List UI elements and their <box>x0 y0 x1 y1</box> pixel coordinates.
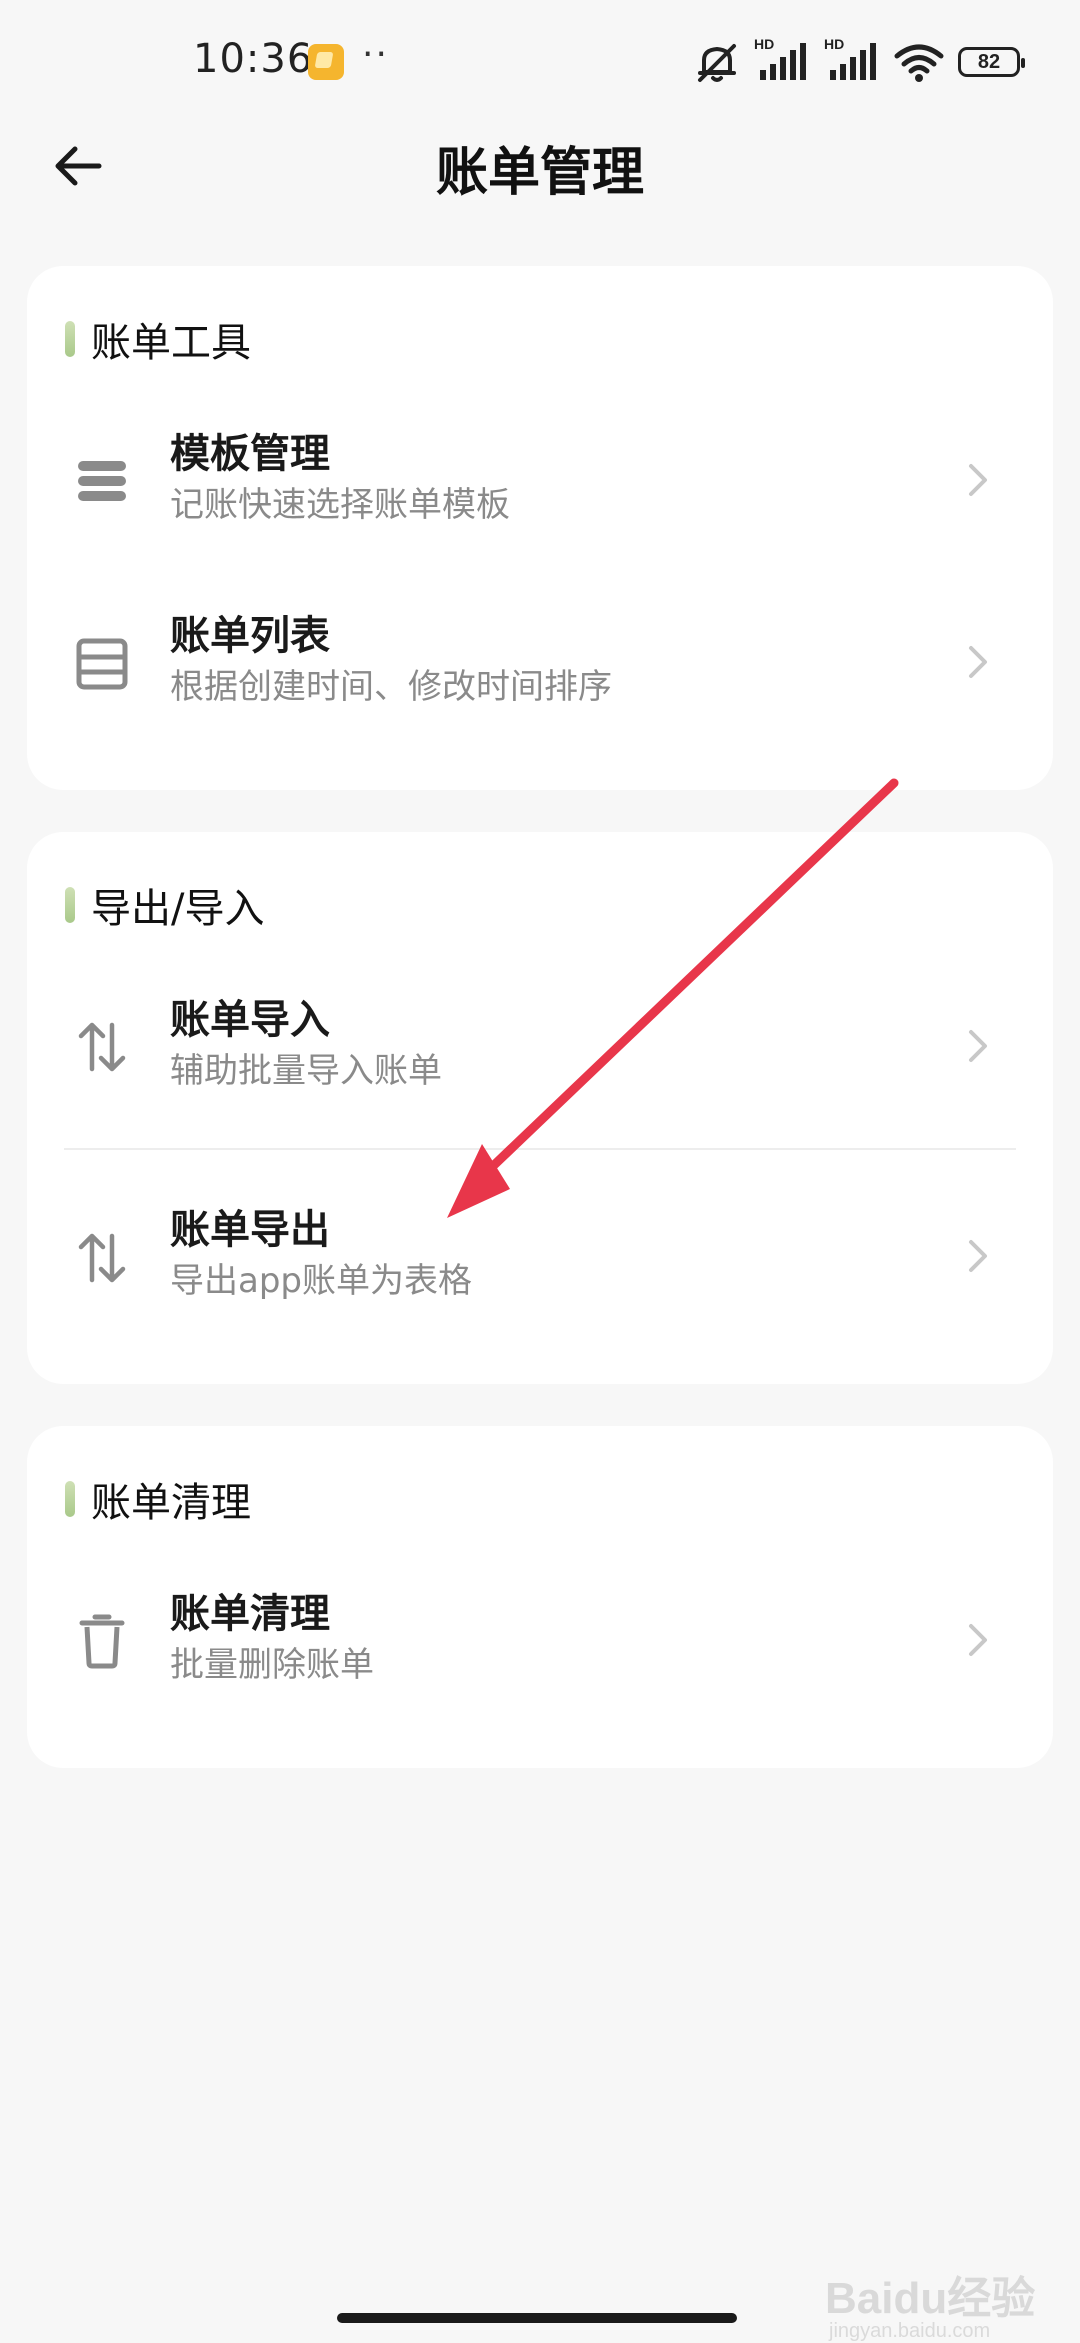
watermark-text: Baidu经验 <box>825 2274 1036 2323</box>
menu-item-title: 账单清理 <box>170 1591 330 1637</box>
menu-item-text: 账单清理 批量删除账单 <box>170 1588 374 1688</box>
chevron-right-icon <box>963 642 993 682</box>
section-card-bill-tools: 账单工具 模板管理 记账快速选择账单模板 账单列表 根据创建时间、修改时间排序 <box>27 266 1053 790</box>
template-stack-icon <box>72 451 132 511</box>
menu-item-text: 账单列表 根据创建时间、修改时间排序 <box>170 610 612 710</box>
status-bar: 10:36 ·· HD HD 82 <box>0 0 1080 120</box>
menu-item-subtitle: 根据创建时间、修改时间排序 <box>170 667 612 707</box>
status-icons: HD HD 82 <box>694 36 1025 84</box>
section-title: 账单清理 <box>91 1480 251 1526</box>
menu-item-title: 模板管理 <box>170 431 330 477</box>
import-arrows-icon <box>72 1017 132 1077</box>
menu-item-bill-export[interactable]: 账单导出 导出app账单为表格 <box>27 1182 1053 1332</box>
menu-item-bill-cleanup[interactable]: 账单清理 批量删除账单 <box>27 1566 1053 1716</box>
baidu-jingyan-watermark: Baidu经验 jingyan.baidu.com <box>825 2262 1035 2343</box>
menu-item-title: 账单导入 <box>170 997 330 1043</box>
section-marker <box>65 887 75 923</box>
chevron-right-icon <box>963 1026 993 1066</box>
menu-item-subtitle: 导出app账单为表格 <box>170 1261 472 1301</box>
section-marker <box>65 1481 75 1517</box>
home-indicator[interactable] <box>337 2313 737 2323</box>
section-header: 账单清理 <box>65 1470 251 1528</box>
menu-item-subtitle: 批量删除账单 <box>170 1645 374 1685</box>
menu-item-text: 模板管理 记账快速选择账单模板 <box>170 428 510 528</box>
menu-item-subtitle: 记账快速选择账单模板 <box>170 485 510 525</box>
menu-item-title: 账单列表 <box>170 613 330 659</box>
divider <box>64 1148 1016 1150</box>
list-icon <box>72 634 132 694</box>
menu-item-bill-list[interactable]: 账单列表 根据创建时间、修改时间排序 <box>27 588 1053 738</box>
section-card-bill-cleanup: 账单清理 账单清理 批量删除账单 <box>27 1426 1053 1768</box>
chevron-right-icon <box>963 1236 993 1276</box>
menu-item-template-management[interactable]: 模板管理 记账快速选择账单模板 <box>27 406 1053 556</box>
menu-item-text: 账单导入 辅助批量导入账单 <box>170 994 442 1094</box>
menu-item-subtitle: 辅助批量导入账单 <box>170 1051 442 1091</box>
chevron-right-icon <box>963 460 993 500</box>
section-marker <box>65 321 75 357</box>
section-title: 导出/导入 <box>91 886 265 932</box>
menu-item-text: 账单导出 导出app账单为表格 <box>170 1204 472 1304</box>
cellular-signal-1: HD <box>754 36 810 84</box>
section-card-export-import: 导出/导入 账单导入 辅助批量导入账单 账单导出 导出app账单为表格 <box>27 832 1053 1384</box>
signal-bars-icon <box>830 43 876 80</box>
status-time: 10:36 <box>193 36 314 82</box>
export-arrows-icon <box>72 1228 132 1288</box>
trash-icon <box>72 1611 132 1671</box>
page-title: 账单管理 <box>435 143 644 203</box>
notes-app-notification-icon <box>308 44 344 80</box>
section-title: 账单工具 <box>91 320 251 366</box>
chevron-right-icon <box>963 1620 993 1660</box>
section-header: 导出/导入 <box>65 876 264 934</box>
battery-indicator: 82 <box>958 47 1025 77</box>
wifi-icon <box>894 44 944 82</box>
menu-item-title: 账单导出 <box>170 1207 330 1253</box>
section-header: 账单工具 <box>65 310 251 368</box>
cellular-signal-2: HD <box>824 36 880 84</box>
more-notifications-indicator: ·· <box>362 34 389 75</box>
signal-bars-icon <box>760 43 806 80</box>
menu-item-bill-import[interactable]: 账单导入 辅助批量导入账单 <box>27 972 1053 1122</box>
mute-icon <box>698 44 736 82</box>
